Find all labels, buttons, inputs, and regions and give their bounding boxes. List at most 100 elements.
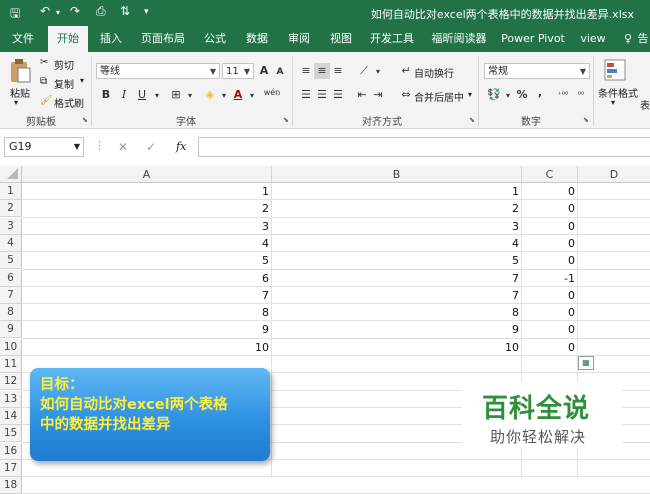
tab-tell-me[interactable]: 告 — [636, 26, 650, 52]
format-painter-icon[interactable]: 🖌 — [40, 95, 53, 106]
row-header[interactable]: 13 — [0, 390, 22, 408]
percent-style-button[interactable]: % — [514, 87, 530, 103]
align-top-icon[interactable]: ≡ — [298, 63, 314, 79]
format-as-table-label[interactable]: 表 — [640, 97, 650, 112]
tab-view-en[interactable]: view — [576, 26, 610, 52]
drag-handle-icon[interactable]: ⋮ — [94, 139, 105, 152]
tab-insert[interactable]: 插入 — [94, 26, 128, 52]
cell-c6[interactable]: -1 — [522, 270, 578, 287]
cell-a5[interactable]: 5 — [22, 252, 272, 269]
cell-c5[interactable]: 0 — [522, 252, 578, 269]
quick-analysis-icon[interactable]: ▦ — [578, 356, 594, 370]
cancel-icon[interactable]: ✕ — [118, 140, 128, 154]
cell-a2[interactable]: 2 — [22, 200, 272, 217]
row-header[interactable]: 12 — [0, 373, 22, 391]
merge-center-label[interactable]: 合并后居中 — [414, 89, 464, 104]
conditional-formatting-icon[interactable] — [604, 58, 628, 84]
row-header[interactable]: 1 — [0, 183, 22, 200]
row-header[interactable]: 16 — [0, 442, 22, 460]
align-bottom-icon[interactable]: ≡ — [330, 63, 346, 79]
cell-a9[interactable]: 9 — [22, 321, 272, 338]
font-size-combo[interactable]: 11 ▼ — [222, 63, 254, 79]
tab-formulas[interactable]: 公式 — [198, 26, 232, 52]
row-header[interactable]: 5 — [0, 252, 22, 270]
cut-label[interactable]: 剪切 — [54, 57, 74, 72]
cell-a3[interactable]: 3 — [22, 218, 272, 235]
column-header-c[interactable]: C — [522, 166, 578, 183]
number-format-combo[interactable]: 常规 ▼ — [484, 63, 590, 79]
cell-c3[interactable]: 0 — [522, 218, 578, 235]
tab-view[interactable]: 视图 — [324, 26, 358, 52]
conditional-formatting-label[interactable]: 条件格式 — [598, 85, 638, 100]
cell-a4[interactable]: 4 — [22, 235, 272, 252]
cell-b1[interactable]: 1 — [272, 183, 522, 200]
paste-icon[interactable] — [8, 58, 32, 84]
cell-b7[interactable]: 7 — [272, 287, 522, 304]
paste-dropdown-icon[interactable]: ▾ — [14, 98, 18, 107]
cell-a10[interactable]: 10 — [22, 339, 272, 356]
cell-b5[interactable]: 5 — [272, 252, 522, 269]
cell-b8[interactable]: 8 — [272, 304, 522, 321]
column-header-b[interactable]: B — [272, 166, 522, 183]
save-icon[interactable]: 🖫 — [10, 4, 20, 25]
row-header[interactable]: 7 — [0, 286, 22, 304]
tab-file[interactable]: 文件 — [6, 26, 40, 52]
cell-b4[interactable]: 4 — [272, 235, 522, 252]
copy-label[interactable]: 复制 — [54, 76, 74, 91]
cell-a8[interactable]: 8 — [22, 304, 272, 321]
row-header[interactable]: 18 — [0, 477, 22, 494]
select-all-corner[interactable] — [0, 166, 22, 183]
print-preview-icon[interactable]: ⎙ — [96, 4, 106, 19]
row-header[interactable]: 14 — [0, 407, 22, 425]
row-header[interactable]: 10 — [0, 338, 22, 356]
align-left-icon[interactable]: ☰ — [298, 87, 314, 103]
underline-button[interactable]: U — [134, 87, 150, 103]
decrease-decimal-icon[interactable]: ⁰⁰ — [572, 87, 590, 103]
cell-b10[interactable]: 10 — [272, 339, 522, 356]
tab-power-pivot[interactable]: Power Pivot — [500, 26, 566, 52]
grow-font-button[interactable]: A — [256, 63, 272, 79]
undo-dropdown-icon[interactable]: ▾ — [56, 8, 60, 17]
tab-data[interactable]: 数据 — [240, 26, 274, 52]
phonetic-guide-button[interactable]: wén — [262, 85, 282, 101]
copy-icon[interactable]: ⧉ — [40, 76, 47, 87]
alignment-launcher-icon[interactable]: ⬊ — [469, 116, 475, 124]
tab-page-layout[interactable]: 页面布局 — [138, 26, 188, 52]
italic-button[interactable]: I — [116, 87, 132, 103]
cell-c10[interactable]: 0 — [522, 339, 578, 356]
tab-home[interactable]: 开始 — [48, 26, 88, 52]
copy-dropdown-icon[interactable]: ▾ — [80, 76, 84, 85]
borders-dropdown-icon[interactable]: ▾ — [182, 88, 198, 104]
cell-b3[interactable]: 3 — [272, 218, 522, 235]
tab-foxit-reader[interactable]: 福昕阅读器 — [428, 26, 490, 52]
column-header-d[interactable]: D — [578, 166, 650, 183]
shrink-font-button[interactable]: A — [272, 64, 288, 80]
wrap-text-label[interactable]: 自动换行 — [414, 65, 454, 80]
wrap-text-icon[interactable]: ↵ — [398, 63, 414, 79]
merge-dropdown-icon[interactable]: ▾ — [468, 90, 472, 99]
row-header[interactable]: 4 — [0, 234, 22, 252]
cell-b2[interactable]: 2 — [272, 200, 522, 217]
cell-b6[interactable]: 7 — [272, 270, 522, 287]
font-launcher-icon[interactable]: ⬊ — [283, 116, 289, 124]
tab-developer[interactable]: 开发工具 — [366, 26, 418, 52]
number-launcher-icon[interactable]: ⬊ — [583, 116, 589, 124]
conditional-formatting-dropdown-icon[interactable]: ▾ — [611, 98, 615, 107]
align-middle-icon[interactable]: ≡ — [314, 63, 330, 79]
tab-review[interactable]: 审阅 — [282, 26, 316, 52]
comma-style-button[interactable]: , — [532, 85, 548, 101]
undo-icon[interactable]: ↶ — [40, 4, 50, 18]
format-painter-label[interactable]: 格式刷 — [54, 95, 84, 110]
underline-dropdown-icon[interactable]: ▾ — [149, 88, 165, 104]
row-header[interactable]: 2 — [0, 200, 22, 218]
lightbulb-icon[interactable]: ♀ — [622, 26, 634, 52]
cell-c8[interactable]: 0 — [522, 304, 578, 321]
row-header[interactable]: 11 — [0, 356, 22, 373]
increase-indent-icon[interactable]: ⇥ — [370, 87, 386, 103]
cell-a7[interactable]: 7 — [22, 287, 272, 304]
align-center-icon[interactable]: ☰ — [314, 87, 330, 103]
font-name-combo[interactable]: 等线 ▼ — [96, 63, 220, 79]
font-color-dropdown-icon[interactable]: ▾ — [244, 88, 260, 104]
cell-c2[interactable]: 0 — [522, 200, 578, 217]
paste-label[interactable]: 粘贴 — [10, 85, 30, 100]
